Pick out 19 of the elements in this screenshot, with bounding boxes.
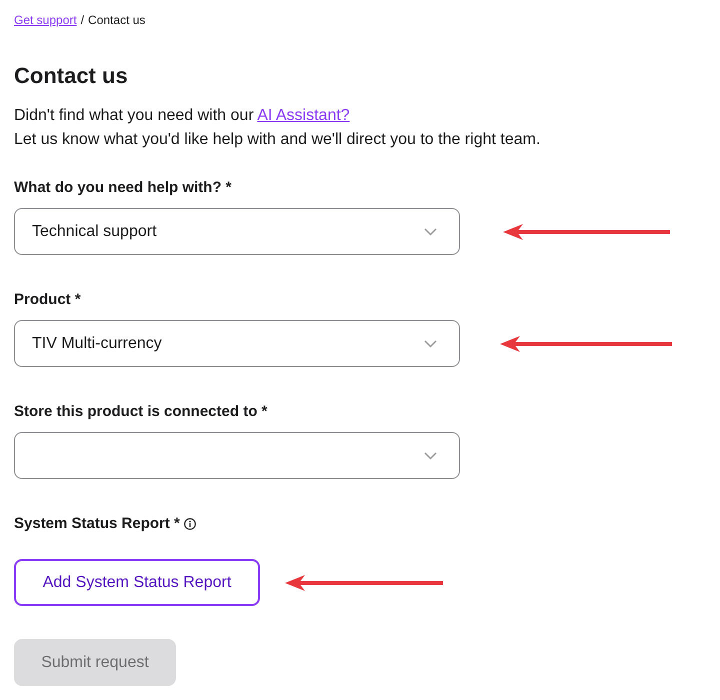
chevron-down-icon <box>424 228 437 236</box>
field-label: What do you need help with? * <box>14 178 232 198</box>
chevron-down-icon <box>424 340 437 348</box>
page-title: Contact us <box>14 62 128 90</box>
intro-text: Didn't find what you need with our AI Assistant? <box>14 106 350 126</box>
breadcrumb-separator: / <box>80 12 84 28</box>
field-label: System Status Report * <box>14 514 180 534</box>
field-label: Product * <box>14 290 81 310</box>
select-field[interactable]: TIV Multi-currency <box>14 320 460 367</box>
breadcrumb-current: Contact us <box>88 12 146 28</box>
select-field[interactable]: Technical support <box>14 208 460 255</box>
select-field[interactable] <box>14 432 460 479</box>
intro-text: Let us know what you'd like help with and we'll direct you to the right team. <box>14 130 540 150</box>
add-report-button[interactable]: Add System Status Report <box>14 559 260 606</box>
chevron-down-icon <box>424 452 437 460</box>
assistant-link[interactable]: AI Assistant? <box>257 107 350 124</box>
field-label: Store this product is connected to * <box>14 402 268 422</box>
breadcrumb-link[interactable]: Get support <box>14 12 77 28</box>
info-icon[interactable] <box>184 518 196 530</box>
